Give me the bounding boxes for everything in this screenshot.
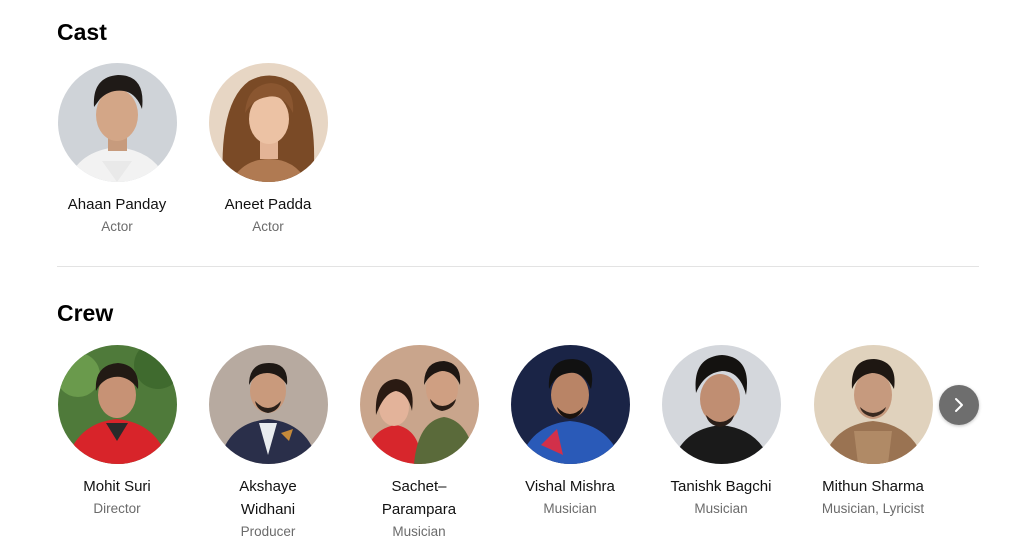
person-name: Vishal Mishra [525, 478, 615, 495]
avatar [813, 345, 933, 464]
person-role: Actor [252, 219, 284, 234]
cast-card-aneet-padda[interactable]: Aneet Padda Actor [193, 63, 343, 238]
crew-card-vishal-mishra[interactable]: Vishal Mishra Musician [495, 345, 645, 520]
avatar [208, 63, 328, 182]
person-role: Musician [543, 501, 597, 516]
person-photo-icon [208, 345, 328, 464]
person-name: Aneet Padda [224, 196, 312, 213]
section-divider [57, 266, 979, 267]
avatar [57, 345, 177, 464]
avatar [661, 345, 781, 464]
avatar [510, 345, 630, 464]
avatar [57, 63, 177, 182]
person-name: Sachet– Parampara [381, 478, 457, 518]
person-photo-icon [510, 345, 630, 464]
person-name: Ahaan Panday [67, 196, 167, 213]
cast-card-ahaan-panday[interactable]: Ahaan Panday Actor [42, 63, 192, 238]
avatar [359, 345, 479, 464]
person-name: Mohit Suri [83, 478, 151, 495]
person-role: Musician, Lyricist [821, 501, 925, 516]
person-name: Tanishk Bagchi [670, 478, 772, 495]
person-role: Director [93, 501, 141, 516]
person-photo-icon [813, 345, 933, 464]
person-photo-icon [57, 345, 177, 464]
crew-section-title: Crew [57, 300, 114, 326]
person-name: Akshaye Widhani [239, 478, 297, 518]
person-photo-icon [359, 345, 479, 464]
person-photo-icon [57, 63, 177, 182]
cast-section-title: Cast [57, 19, 107, 45]
person-photo-icon [661, 345, 781, 464]
crew-card-sachet-parampara[interactable]: Sachet– Parampara Musician [344, 345, 494, 543]
person-name: Mithun Sharma [822, 478, 924, 495]
crew-card-mithun-sharma[interactable]: Mithun Sharma Musician, Lyricist [798, 345, 948, 520]
crew-card-akshaye-widhani[interactable]: Akshaye Widhani Producer [193, 345, 343, 543]
crew-card-mohit-suri[interactable]: Mohit Suri Director [42, 345, 192, 520]
avatar [208, 345, 328, 464]
person-role: Producer [240, 524, 296, 539]
person-photo-icon [208, 63, 328, 182]
person-role: Musician [694, 501, 748, 516]
crew-next-button[interactable] [939, 385, 979, 425]
person-role: Musician [392, 524, 446, 539]
person-role: Actor [101, 219, 133, 234]
crew-card-tanishk-bagchi[interactable]: Tanishk Bagchi Musician [646, 345, 796, 520]
chevron-right-icon [955, 398, 963, 412]
